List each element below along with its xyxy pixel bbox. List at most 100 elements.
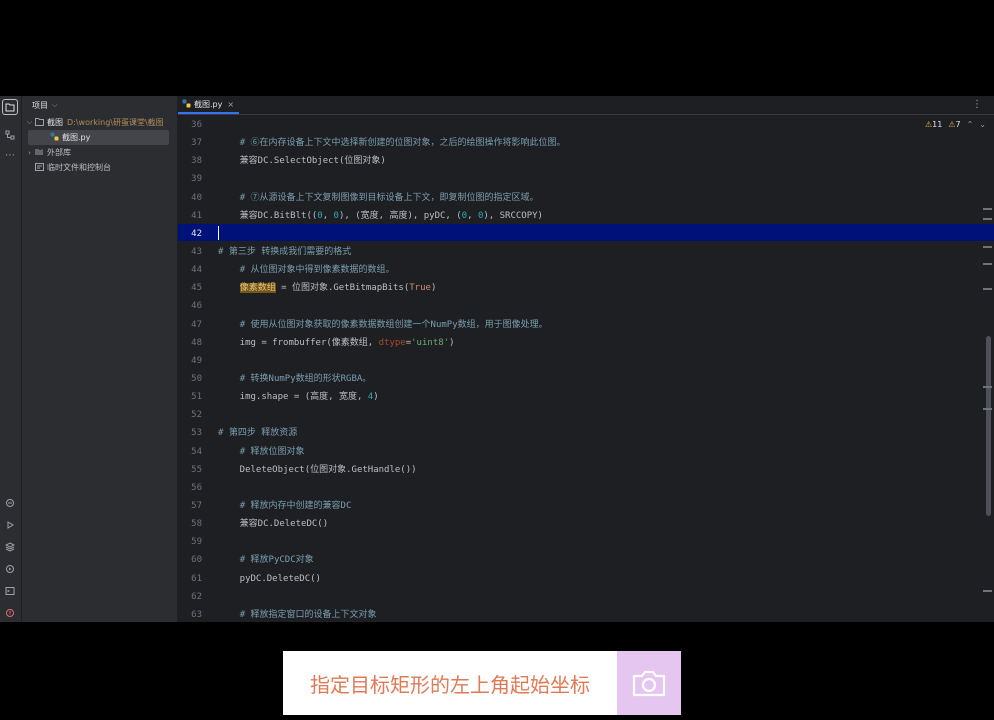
line-number: 62 bbox=[191, 591, 202, 602]
tab-screenshot-py[interactable]: 截图.py × bbox=[178, 96, 240, 114]
chevron-down-icon: ⌵ bbox=[52, 101, 58, 109]
folder-icon bbox=[34, 117, 44, 128]
code-line[interactable]: 兼容DC.BitBlt((0, 0), (宽度, 高度), pyDC, (0, … bbox=[218, 207, 980, 225]
code-line[interactable]: 兼容DC.SelectObject(位图对象) bbox=[218, 152, 980, 170]
line-number: 48 bbox=[191, 337, 202, 348]
external-libraries-label: 外部库 bbox=[47, 148, 71, 157]
line-number: 38 bbox=[191, 156, 202, 167]
marker bbox=[983, 208, 992, 210]
code-line[interactable]: 像素数组 = 位图对象.GetBitmapBits(True) bbox=[218, 279, 980, 297]
line-number: 37 bbox=[191, 138, 202, 149]
tree-root-folder[interactable]: ⌵ 截图 D:\working\研蛋课堂\截图 bbox=[22, 115, 177, 130]
scratch-icon bbox=[34, 162, 44, 173]
marker bbox=[983, 590, 992, 592]
code-line[interactable]: 兼容DC.DeleteDC() bbox=[218, 515, 980, 533]
code-line[interactable]: # 第三步 转换成我们需要的格式 bbox=[218, 243, 980, 261]
code-line[interactable]: pyDC.DeleteDC() bbox=[218, 570, 980, 588]
code-area[interactable]: ​ # ⑥在内存设备上下文中选择新创建的位图对象，之后的绘图操作将影响此位图。 … bbox=[218, 116, 980, 624]
line-number: 55 bbox=[191, 464, 202, 475]
line-number: 61 bbox=[191, 573, 202, 584]
close-icon[interactable]: × bbox=[227, 100, 234, 109]
file-name: 截图.py bbox=[62, 133, 91, 142]
line-number: 45 bbox=[191, 283, 202, 294]
code-line[interactable]: ​ bbox=[218, 170, 980, 188]
code-line[interactable]: # 使用从位图对象获取的像素数据数组创建一个NumPy数组，用于图像处理。 bbox=[218, 316, 980, 334]
line-number: 46 bbox=[191, 301, 202, 312]
line-number: 50 bbox=[191, 373, 202, 384]
line-number: 57 bbox=[191, 500, 202, 511]
code-line[interactable]: # 释放指定窗口的设备上下文对象 bbox=[218, 606, 980, 624]
activity-bar: ⋯ bbox=[0, 96, 22, 622]
chevron-right-icon[interactable]: › bbox=[25, 149, 34, 157]
tree-scratches[interactable]: 临时文件和控制台 bbox=[22, 160, 177, 175]
layers-icon[interactable] bbox=[2, 539, 18, 555]
tree-file-item[interactable]: 截图.py bbox=[28, 130, 169, 145]
run-icon[interactable] bbox=[2, 517, 18, 533]
line-number: 51 bbox=[191, 392, 202, 403]
line-number: 36 bbox=[191, 120, 202, 130]
line-number: 42 bbox=[191, 228, 202, 239]
camera-icon bbox=[617, 651, 681, 715]
code-line[interactable]: ​ bbox=[218, 225, 980, 243]
code-line[interactable]: # 转换NumPy数组的形状RGBA。 bbox=[218, 370, 980, 388]
code-line[interactable]: # 从位图对象中得到像素数据的数组。 bbox=[218, 261, 980, 279]
chevron-down-icon[interactable]: ⌵ bbox=[25, 118, 34, 127]
code-line[interactable]: # ⑦从源设备上下文复制图像到目标设备上下文，即复制位图的指定区域。 bbox=[218, 189, 980, 207]
marker bbox=[983, 408, 992, 410]
line-number: 40 bbox=[191, 192, 202, 203]
marker bbox=[983, 218, 992, 220]
code-line[interactable]: # 释放PyCDC对象 bbox=[218, 551, 980, 569]
line-number-gutter: 36 37 38 39 40 41 42 43 44 45 46 47 48 49 50 51 52 53 54 55… bbox=[178, 116, 204, 624]
code-line[interactable]: img.shape = (高度, 宽度, 4) bbox=[218, 388, 980, 406]
marker bbox=[983, 246, 992, 248]
code-line[interactable]: ​ bbox=[218, 479, 980, 497]
line-number: 63 bbox=[191, 609, 202, 620]
services-icon[interactable] bbox=[2, 561, 18, 577]
structure-icon[interactable] bbox=[2, 127, 18, 143]
problems-icon[interactable] bbox=[2, 605, 18, 621]
project-panel-title: 项目 bbox=[32, 101, 48, 110]
scratches-label: 临时文件和控制台 bbox=[47, 163, 111, 172]
line-number: 59 bbox=[191, 537, 202, 548]
tab-label: 截图.py bbox=[194, 99, 223, 109]
line-number: 49 bbox=[191, 355, 202, 366]
subtitle-caption: 指定目标矩形的左上角起始坐标 bbox=[283, 651, 617, 715]
terminal-icon[interactable] bbox=[2, 583, 18, 599]
code-line[interactable]: # ⑥在内存设备上下文中选择新创建的位图对象，之后的绘图操作将影响此位图。 bbox=[218, 134, 980, 152]
ide-window: ⋯ 项目 ⌵ ⌵ 截图 D:\working\研蛋课堂\截图 截图.py › 外… bbox=[0, 96, 994, 622]
code-line[interactable]: ​ bbox=[218, 406, 980, 424]
code-line[interactable]: ​ bbox=[218, 297, 980, 315]
project-folder-icon[interactable] bbox=[2, 99, 18, 115]
python-packages-icon[interactable] bbox=[2, 495, 18, 511]
python-file-icon bbox=[182, 99, 191, 110]
root-folder-name: 截图 bbox=[47, 118, 63, 127]
editor-tab-bar: 截图.py × ⋮ bbox=[178, 96, 994, 115]
line-number: 60 bbox=[191, 555, 202, 566]
code-line[interactable]: # 释放内存中创建的兼容DC bbox=[218, 497, 980, 515]
code-line[interactable]: # 释放位图对象 bbox=[218, 443, 980, 461]
code-line[interactable]: ​ bbox=[218, 533, 980, 551]
tree-external-libraries[interactable]: › 外部库 bbox=[22, 145, 177, 160]
line-number: 43 bbox=[191, 246, 202, 257]
code-line[interactable]: ​ bbox=[218, 116, 980, 134]
more-icon[interactable]: ⋯ bbox=[2, 147, 18, 163]
line-number: 58 bbox=[191, 519, 202, 530]
marker bbox=[983, 263, 992, 265]
line-number: 56 bbox=[191, 482, 202, 493]
code-line[interactable]: DeleteObject(位图对象.GetHandle()) bbox=[218, 461, 980, 479]
line-number: 54 bbox=[191, 446, 202, 457]
code-line[interactable]: img = frombuffer(像素数组, dtype='uint8') bbox=[218, 334, 980, 352]
line-number: 44 bbox=[191, 265, 202, 276]
code-line[interactable]: ​ bbox=[218, 588, 980, 606]
project-panel-header[interactable]: 项目 ⌵ bbox=[22, 96, 177, 115]
code-line[interactable]: ​ bbox=[218, 352, 980, 370]
more-vertical-icon[interactable]: ⋮ bbox=[972, 99, 982, 110]
root-folder-path: D:\working\研蛋课堂\截图 bbox=[67, 118, 164, 127]
line-number: 52 bbox=[191, 410, 202, 421]
editor-scrollbar[interactable] bbox=[983, 118, 992, 618]
scrollbar-thumb[interactable] bbox=[986, 336, 991, 516]
code-line[interactable]: # 第四步 释放资源 bbox=[218, 424, 980, 442]
project-panel: 项目 ⌵ ⌵ 截图 D:\working\研蛋课堂\截图 截图.py › 外部库 bbox=[22, 96, 178, 622]
code-editor: 截图.py × ⋮ ⚠11 ⚠7 ⌃ ⌄ 36 37 38 39 40 41 42 43 44 4… bbox=[178, 96, 994, 622]
line-number: 39 bbox=[191, 174, 202, 185]
